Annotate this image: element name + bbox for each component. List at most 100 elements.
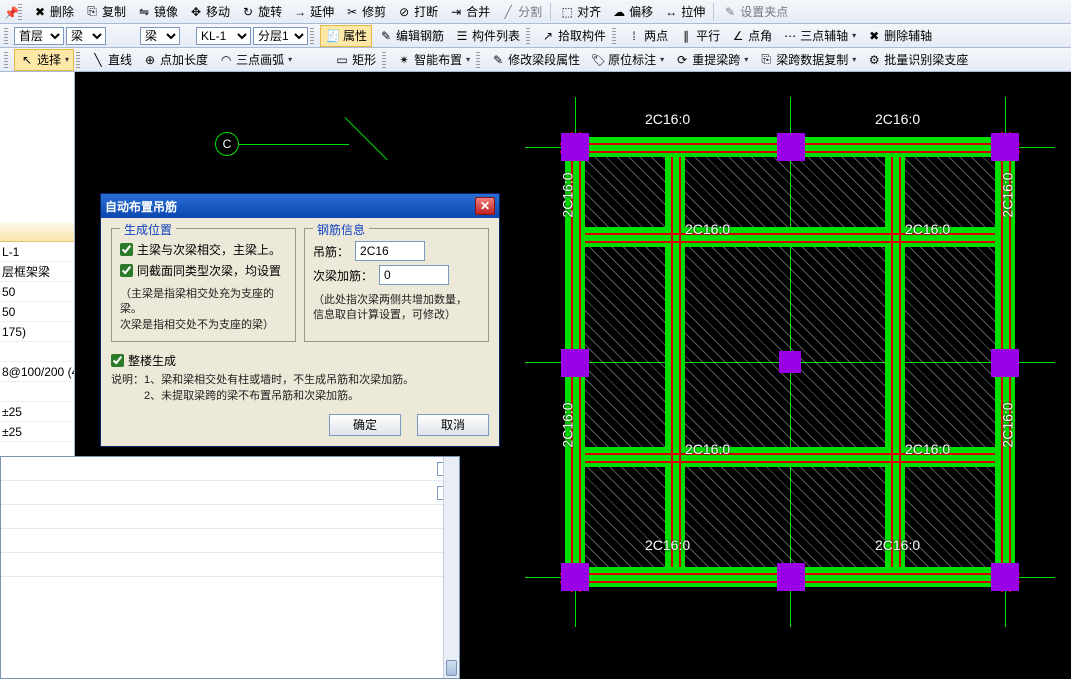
delete-button[interactable]: ✖删除: [28, 1, 78, 23]
floor-select[interactable]: 首层: [14, 27, 64, 45]
prop-row[interactable]: 50: [0, 302, 74, 322]
point-angle-label: 点角: [748, 27, 772, 44]
category-select[interactable]: 梁: [66, 27, 106, 45]
secondary-beam: [585, 461, 995, 463]
rebar-label: 2C16:0: [875, 111, 920, 127]
rotate-icon: ↻: [240, 4, 256, 20]
two-point-icon: ⁞: [626, 28, 642, 44]
prop-row[interactable]: ±25: [0, 402, 74, 422]
dropdown-icon: ▾: [288, 55, 292, 64]
separator: [713, 3, 714, 21]
mod-seg-attr-button[interactable]: ✎修改梁段属性: [486, 49, 584, 71]
select-button[interactable]: ↖选择▾: [14, 49, 74, 71]
ciliang-input[interactable]: [379, 265, 449, 285]
checkbox[interactable]: [111, 354, 124, 367]
mirror-button[interactable]: ⇋镜像: [132, 1, 182, 23]
smart-place-button[interactable]: ✴智能布置▾: [392, 49, 474, 71]
checkbox[interactable]: [120, 243, 133, 256]
slab-hatch: [905, 157, 995, 227]
split-button[interactable]: ╱分割: [496, 1, 546, 23]
rect-button[interactable]: ▭矩形: [330, 49, 380, 71]
break-label: 打断: [414, 3, 438, 20]
list-icon: ☰: [454, 28, 470, 44]
slab-hatch: [685, 247, 885, 447]
batch-recog-label: 批量识别梁支座: [884, 51, 968, 68]
name-select[interactable]: KL-1: [196, 27, 251, 45]
parallel-button[interactable]: ∥平行: [674, 25, 724, 47]
chk-same-section[interactable]: 同截面同类型次梁，均设置: [120, 262, 287, 279]
break-button[interactable]: ⊘打断: [392, 1, 442, 23]
stretch-icon: ↔: [663, 4, 679, 20]
span-copy-button[interactable]: ⎘梁跨数据复制▾: [754, 49, 860, 71]
three-aux-button[interactable]: ⋯三点辅轴▾: [778, 25, 860, 47]
list-item[interactable]: [1, 457, 459, 481]
scrollbar[interactable]: [443, 457, 459, 678]
list-item[interactable]: [1, 553, 459, 577]
pin-icon[interactable]: 📌: [4, 6, 16, 18]
prop-row[interactable]: 50: [0, 282, 74, 302]
del-aux-icon: ✖: [866, 28, 882, 44]
label-icon: 🏷: [590, 52, 606, 68]
pick-icon: ↗: [540, 28, 556, 44]
prop-row[interactable]: 层框架梁: [0, 262, 74, 282]
two-point-button[interactable]: ⁞两点: [622, 25, 672, 47]
prop-row[interactable]: 8@100/200 (4): [0, 362, 74, 382]
attr-icon: 🧾: [325, 28, 341, 44]
diaojin-input[interactable]: [355, 241, 425, 261]
setpick-button[interactable]: ✎设置夹点: [718, 1, 792, 23]
line-button[interactable]: ╲直线: [86, 49, 136, 71]
secondary-beam: [585, 241, 995, 243]
cancel-button[interactable]: 取消: [417, 414, 489, 436]
toolbar-grip: [612, 28, 616, 44]
dialog-body: 生成位置 主梁与次梁相交，主梁上。 同截面同类型次梁，均设置 （主梁是指梁相交处…: [101, 218, 499, 446]
align-label: 对齐: [577, 3, 601, 20]
stretch-button[interactable]: ↔拉伸: [659, 1, 709, 23]
comp-list-label: 构件列表: [472, 27, 520, 44]
rotate-button[interactable]: ↻旋转: [236, 1, 286, 23]
prop-row[interactable]: ±25: [0, 422, 74, 442]
extend-button[interactable]: →延伸: [288, 1, 338, 23]
toolbar-grip: [4, 28, 8, 44]
orig-label-button[interactable]: 🏷原位标注▾: [586, 49, 668, 71]
prop-row[interactable]: L-1: [0, 242, 74, 262]
whole-floor-chk[interactable]: 整楼生成: [111, 352, 489, 369]
edit-rebar-button[interactable]: ✎编辑钢筋: [374, 25, 448, 47]
edit-rebar-label: 编辑钢筋: [396, 27, 444, 44]
batch-recog-button[interactable]: ⚙批量识别梁支座: [862, 49, 972, 71]
align-button[interactable]: ⬚对齐: [555, 1, 605, 23]
chk-main-secondary[interactable]: 主梁与次梁相交，主梁上。: [120, 241, 287, 258]
point-len-button[interactable]: ⊕点加长度: [138, 49, 212, 71]
layer-select[interactable]: 分层1: [253, 27, 308, 45]
structure: 2C16:0 2C16:0 2C16:0 2C16:0 2C16:0 2C16:…: [565, 137, 1015, 587]
prop-row[interactable]: [0, 342, 74, 362]
offset-button[interactable]: ☁偏移: [607, 1, 657, 23]
ok-button[interactable]: 确定: [329, 414, 401, 436]
rebar-label: 2C16:0: [1000, 172, 1016, 217]
del-aux-button[interactable]: ✖删除辅轴: [862, 25, 936, 47]
attr-button[interactable]: 🧾属性: [320, 25, 372, 47]
checkbox[interactable]: [120, 264, 133, 277]
dropdown-icon: ▾: [65, 55, 69, 64]
move-button[interactable]: ✥移动: [184, 1, 234, 23]
prop-row[interactable]: [0, 382, 74, 402]
type-select[interactable]: 梁: [140, 27, 180, 45]
center-column: [779, 351, 801, 373]
list-item[interactable]: [1, 505, 459, 529]
slab-hatch: [585, 247, 665, 447]
prop-row[interactable]: 175): [0, 322, 74, 342]
reextract-span-button[interactable]: ⟳重提梁跨▾: [670, 49, 752, 71]
list-item[interactable]: [1, 529, 459, 553]
list-item[interactable]: [1, 481, 459, 505]
copy-button[interactable]: ⎘复制: [80, 1, 130, 23]
merge-button[interactable]: ⇥合并: [444, 1, 494, 23]
close-button[interactable]: ✕: [475, 197, 495, 215]
point-len-icon: ⊕: [142, 52, 158, 68]
comp-list-button[interactable]: ☰构件列表: [450, 25, 524, 47]
three-aux-icon: ⋯: [782, 28, 798, 44]
dialog-titlebar[interactable]: 自动布置吊筋 ✕: [101, 194, 499, 218]
point-angle-button[interactable]: ∠点角: [726, 25, 776, 47]
trim-button[interactable]: ✂修剪: [340, 1, 390, 23]
reextract-span-label: 重提梁跨: [692, 51, 740, 68]
arc3-button[interactable]: ◠三点画弧▾: [214, 49, 296, 71]
pick-button[interactable]: ↗拾取构件: [536, 25, 610, 47]
